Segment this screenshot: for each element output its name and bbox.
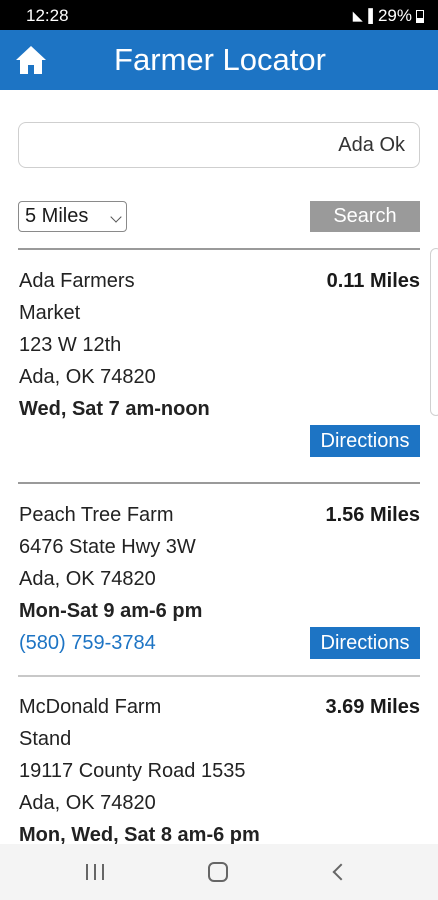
divider	[18, 675, 420, 677]
status-time: 12:28	[26, 6, 69, 25]
farm-name: Market	[19, 302, 81, 324]
divider	[18, 248, 420, 250]
nav-home-icon[interactable]	[208, 862, 228, 882]
farm-name: McDonald Farm	[19, 696, 162, 718]
system-nav-bar	[0, 844, 438, 900]
farm-name: Ada Farmers	[19, 270, 135, 292]
directions-button[interactable]: Directions	[310, 627, 420, 659]
phone-link[interactable]: (580) 759-3784	[19, 632, 156, 655]
distance-select-value: 5 Miles	[25, 205, 89, 227]
farm-address: 123 W 12th	[19, 334, 122, 356]
battery-icon	[416, 9, 424, 23]
scroll-handle[interactable]	[430, 248, 438, 416]
farm-name: Peach Tree Farm	[19, 504, 174, 526]
back-icon[interactable]	[332, 863, 350, 881]
farm-hours: Mon-Sat 9 am-6 pm	[19, 600, 203, 622]
divider	[18, 482, 420, 484]
distance-select[interactable]: 5 Miles	[18, 201, 127, 232]
search-button[interactable]: Search	[310, 201, 420, 232]
farm-distance: 0.11 Miles	[326, 270, 420, 292]
wifi-signal-icon: ◣▐	[352, 8, 374, 23]
farm-address: 19117 County Road 1535	[19, 760, 246, 782]
status-bar: 12:28 ◣▐ 29%	[0, 0, 438, 30]
farm-distance: 1.56 Miles	[325, 504, 420, 526]
farm-city: Ada, OK 74820	[19, 366, 156, 388]
page-title: Farmer Locator	[114, 42, 326, 77]
app-header: Farmer Locator	[0, 30, 438, 90]
battery-percent: 29%	[377, 6, 412, 25]
farm-name: Stand	[19, 728, 72, 750]
farm-city: Ada, OK 74820	[19, 568, 156, 590]
chevron-down-icon	[110, 211, 122, 223]
directions-button[interactable]: Directions	[310, 425, 420, 457]
farm-hours: Wed, Sat 7 am-noon	[19, 398, 210, 420]
farm-city: Ada, OK 74820	[19, 792, 156, 814]
recents-icon[interactable]	[86, 864, 106, 880]
farm-address: 6476 State Hwy 3W	[19, 536, 196, 558]
farm-distance: 3.69 Miles	[325, 696, 420, 718]
search-input[interactable]	[18, 122, 420, 168]
